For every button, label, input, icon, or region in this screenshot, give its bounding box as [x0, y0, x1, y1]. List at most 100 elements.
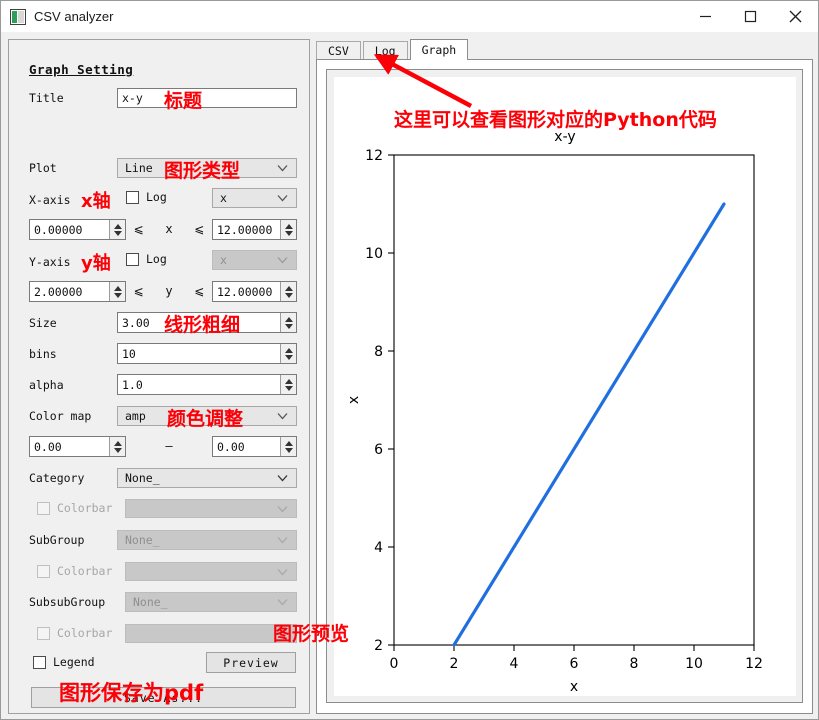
axes-spines	[393, 154, 755, 646]
subgroup-colorbar-combobox[interactable]	[125, 562, 297, 581]
spinner-arrows-icon[interactable]	[280, 313, 296, 332]
y-axis-tick-labels: 2 4 6 8 10 12	[365, 148, 383, 654]
colormap-max-value: 0.00	[217, 439, 245, 454]
alpha-value: 1.0	[122, 377, 143, 392]
svg-text:6: 6	[374, 442, 383, 458]
yaxis-log-checkbox[interactable]: Log	[126, 252, 167, 266]
colormap-max-spinbox[interactable]: 0.00	[212, 436, 297, 457]
colormap-combobox[interactable]: amp	[117, 406, 297, 426]
subsubgroup-colorbar-combobox[interactable]	[125, 624, 297, 643]
spinner-arrows-icon[interactable]	[280, 344, 296, 363]
checkbox-box	[33, 655, 46, 669]
subsubgroup-value: None_	[133, 595, 168, 609]
chevron-down-icon	[277, 630, 288, 637]
y-axis-label: x	[346, 396, 362, 404]
xaxis-min-spinbox[interactable]: 0.00000	[29, 219, 126, 240]
yaxis-column-value: x	[220, 253, 227, 267]
yaxis-min-spinbox[interactable]: 2.00000	[29, 281, 126, 302]
subsubgroup-colorbar-label: Colorbar	[57, 626, 113, 640]
xaxis-range-expression: ⩽ x ⩽	[129, 222, 209, 236]
colormap-min-spinbox[interactable]: 0.00	[29, 436, 126, 457]
tab-graph-label: Graph	[421, 43, 457, 57]
yaxis-variable: y	[165, 284, 173, 298]
svg-text:8: 8	[630, 656, 639, 672]
checkbox-box	[126, 252, 139, 266]
chevron-down-icon	[277, 505, 288, 512]
xaxis-log-checkbox[interactable]: Log	[126, 190, 167, 204]
spinner-arrows-icon[interactable]	[280, 437, 296, 456]
subgroup-value: None_	[125, 533, 160, 547]
chart-plot-area: 2 4 6 8 10 12 0 2 4 6 8 10 12 x x	[346, 148, 763, 695]
save-as-button[interactable]: Save As...	[31, 687, 296, 708]
chevron-down-icon	[277, 475, 288, 482]
category-colorbar-label: Colorbar	[57, 501, 113, 515]
minimize-button[interactable]	[683, 1, 728, 32]
alpha-label: alpha	[29, 378, 64, 392]
subgroup-label: SubGroup	[29, 533, 85, 547]
y-axis-ticks	[388, 154, 394, 646]
tab-csv[interactable]: CSV	[316, 41, 361, 60]
xaxis-column-value: x	[220, 191, 227, 205]
chart-title: x-y	[554, 129, 576, 145]
spinner-arrows-icon[interactable]	[109, 282, 125, 301]
tab-log[interactable]: Log	[362, 41, 408, 60]
yaxis-cmp-left: ⩽	[133, 284, 144, 298]
subgroup-colorbar-checkbox[interactable]: Colorbar	[37, 564, 112, 578]
checkbox-box	[37, 626, 50, 640]
subsubgroup-combobox[interactable]: None_	[125, 592, 297, 612]
subsubgroup-label: SubsubGroup	[29, 595, 106, 609]
legend-checkbox[interactable]: Legend	[33, 655, 95, 669]
xaxis-column-combobox[interactable]: x	[212, 188, 297, 208]
alpha-spinbox[interactable]: 1.0	[117, 374, 297, 395]
size-spinbox[interactable]: 3.00	[117, 312, 297, 333]
maximize-button[interactable]	[728, 1, 773, 32]
tab-strip: CSV Log Graph	[316, 39, 813, 60]
spinner-arrows-icon[interactable]	[280, 375, 296, 394]
svg-text:10: 10	[365, 246, 383, 262]
subgroup-combobox[interactable]: None_	[117, 530, 297, 550]
window-controls	[683, 1, 818, 32]
yaxis-max-spinbox[interactable]: 12.00000	[212, 281, 297, 302]
subgroup-colorbar-label: Colorbar	[57, 564, 113, 578]
chevron-down-icon	[277, 568, 288, 575]
preview-button-label: Preview	[223, 655, 279, 670]
xaxis-max-spinbox[interactable]: 12.00000	[212, 219, 297, 240]
xaxis-max-value: 12.00000	[217, 222, 273, 237]
size-value: 3.00	[122, 315, 150, 330]
tab-csv-label: CSV	[328, 44, 349, 58]
close-button[interactable]	[773, 1, 818, 32]
spinner-arrows-icon[interactable]	[109, 220, 125, 239]
title-input[interactable]: x-y	[117, 88, 297, 108]
legend-label: Legend	[53, 655, 95, 669]
xaxis-log-label: Log	[146, 190, 167, 204]
yaxis-column-combobox[interactable]: x	[212, 250, 297, 270]
bins-label: bins	[29, 347, 57, 361]
category-colorbar-checkbox[interactable]: Colorbar	[37, 501, 112, 515]
svg-text:6: 6	[570, 656, 579, 672]
chevron-down-icon	[277, 413, 288, 420]
spinner-arrows-icon[interactable]	[280, 220, 296, 239]
spinner-arrows-icon[interactable]	[109, 437, 125, 456]
matplotlib-canvas[interactable]: x-y 2 4 6 8 10 12 0 2 4 6 8 10 12 x x	[334, 77, 796, 696]
chevron-down-icon	[277, 165, 288, 172]
chevron-down-icon	[277, 537, 288, 544]
annotation-xaxis: x轴	[81, 191, 111, 212]
xaxis-label: X-axis	[29, 193, 71, 207]
chevron-down-icon	[277, 195, 288, 202]
tab-log-label: Log	[374, 44, 396, 58]
bins-value: 10	[122, 346, 136, 361]
xaxis-cmp-right: ⩽	[194, 222, 205, 236]
category-colorbar-combobox[interactable]	[125, 499, 297, 518]
yaxis-label: Y-axis	[29, 255, 71, 269]
plot-type-combobox[interactable]: Line	[117, 158, 297, 178]
spinner-arrows-icon[interactable]	[280, 282, 296, 301]
subsubgroup-colorbar-checkbox[interactable]: Colorbar	[37, 626, 112, 640]
tab-content-graph: x-y 2 4 6 8 10 12 0 2 4 6 8 10 12 x x	[316, 59, 813, 714]
colormap-value: amp	[125, 409, 146, 423]
category-combobox[interactable]: None_	[117, 468, 297, 488]
preview-button[interactable]: Preview	[206, 652, 296, 673]
bins-spinbox[interactable]: 10	[117, 343, 297, 364]
yaxis-max-value: 12.00000	[217, 284, 273, 299]
tab-graph[interactable]: Graph	[409, 39, 469, 60]
application-window: CSV analyzer Graph Setting Title x-y 标题 …	[0, 0, 819, 720]
